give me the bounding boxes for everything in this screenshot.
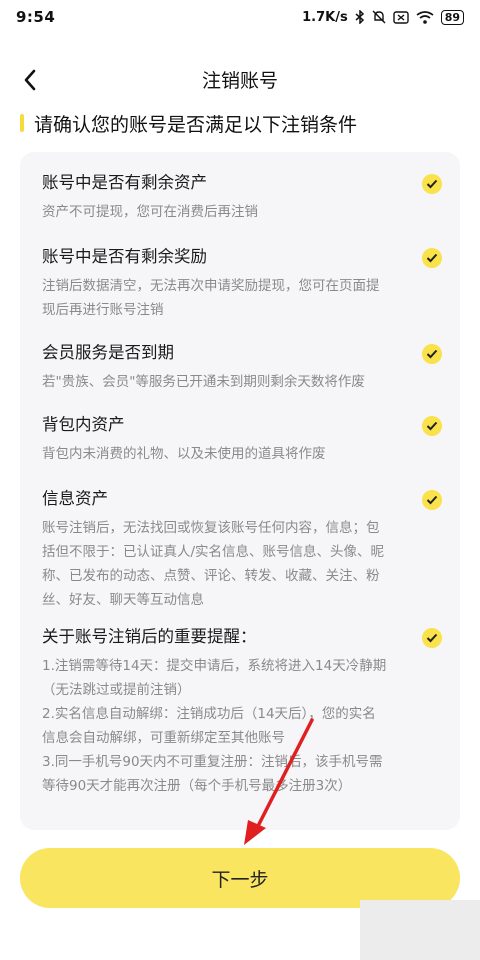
next-step-button[interactable]: 下一步 (20, 848, 460, 908)
heading-accent-bar (20, 114, 24, 132)
condition-info-assets: 信息资产 账号注销后，无法找回或恢复该账号任何内容，信息；包 括但不限于：已认证… (42, 488, 442, 612)
check-icon (422, 628, 442, 648)
section-heading: 请确认您的账号是否满足以下注销条件 (20, 110, 357, 136)
condition-important-reminder: 关于账号注销后的重要提醒： 1.注销需等待14天：提交申请后，系统将进入14天冷… (42, 626, 442, 798)
wifi-icon (416, 10, 434, 24)
condition-desc: 账号注销后，无法找回或恢复该账号任何内容，信息；包 括但不限于：已认证真人/实名… (42, 520, 385, 608)
check-icon (422, 248, 442, 268)
condition-title: 关于账号注销后的重要提醒： (42, 627, 257, 646)
check-icon (422, 416, 442, 436)
battery-icon: 89 (440, 9, 464, 25)
nav-bar: 注销账号 (0, 56, 480, 104)
condition-assets: 账号中是否有剩余资产 资产不可提现，您可在消费后再注销 (42, 172, 442, 224)
check-icon (422, 490, 442, 510)
condition-backpack: 背包内资产 背包内未消费的礼物、以及未使用的道具将作废 (42, 414, 442, 466)
page-title: 注销账号 (201, 70, 278, 92)
watermark-patch (360, 900, 480, 960)
condition-desc: 若"贵族、会员"等服务已开通未到期则剩余天数将作废 (42, 374, 365, 390)
check-icon (422, 344, 442, 364)
condition-title: 背包内资产 (42, 415, 125, 434)
conditions-card: 账号中是否有剩余资产 资产不可提现，您可在消费后再注销 账号中是否有剩余奖励 注… (20, 152, 460, 830)
bluetooth-icon (355, 10, 364, 24)
condition-title: 账号中是否有剩余资产 (42, 173, 207, 192)
status-time: 9:54 (16, 8, 56, 26)
network-speed: 1.7K/s (302, 9, 348, 25)
condition-desc: 资产不可提现，您可在消费后再注销 (42, 204, 258, 220)
condition-title: 信息资产 (42, 489, 108, 508)
mute-icon (372, 10, 386, 24)
condition-membership: 会员服务是否到期 若"贵族、会员"等服务已开通未到期则剩余天数将作废 (42, 342, 442, 394)
no-sim-icon (392, 10, 409, 24)
condition-title: 账号中是否有剩余奖励 (42, 247, 207, 266)
condition-rewards: 账号中是否有剩余奖励 注销后数据清空，无法再次申请奖励提现，您可在页面提 现后再… (42, 246, 442, 322)
status-bar: 9:54 1.7K/s 89 (0, 0, 480, 34)
condition-desc: 背包内未消费的礼物、以及未使用的道具将作废 (42, 446, 326, 462)
check-icon (422, 174, 442, 194)
status-icons: 1.7K/s 89 (302, 9, 464, 25)
condition-desc: 注销后数据清空，无法再次申请奖励提现，您可在页面提 现后再进行账号注销 (42, 278, 380, 318)
heading-text: 请确认您的账号是否满足以下注销条件 (34, 113, 358, 136)
condition-desc: 1.注销需等待14天：提交申请后，系统将进入14天冷静期 （无法跳过或提前注销）… (42, 658, 387, 794)
condition-title: 会员服务是否到期 (42, 343, 174, 362)
